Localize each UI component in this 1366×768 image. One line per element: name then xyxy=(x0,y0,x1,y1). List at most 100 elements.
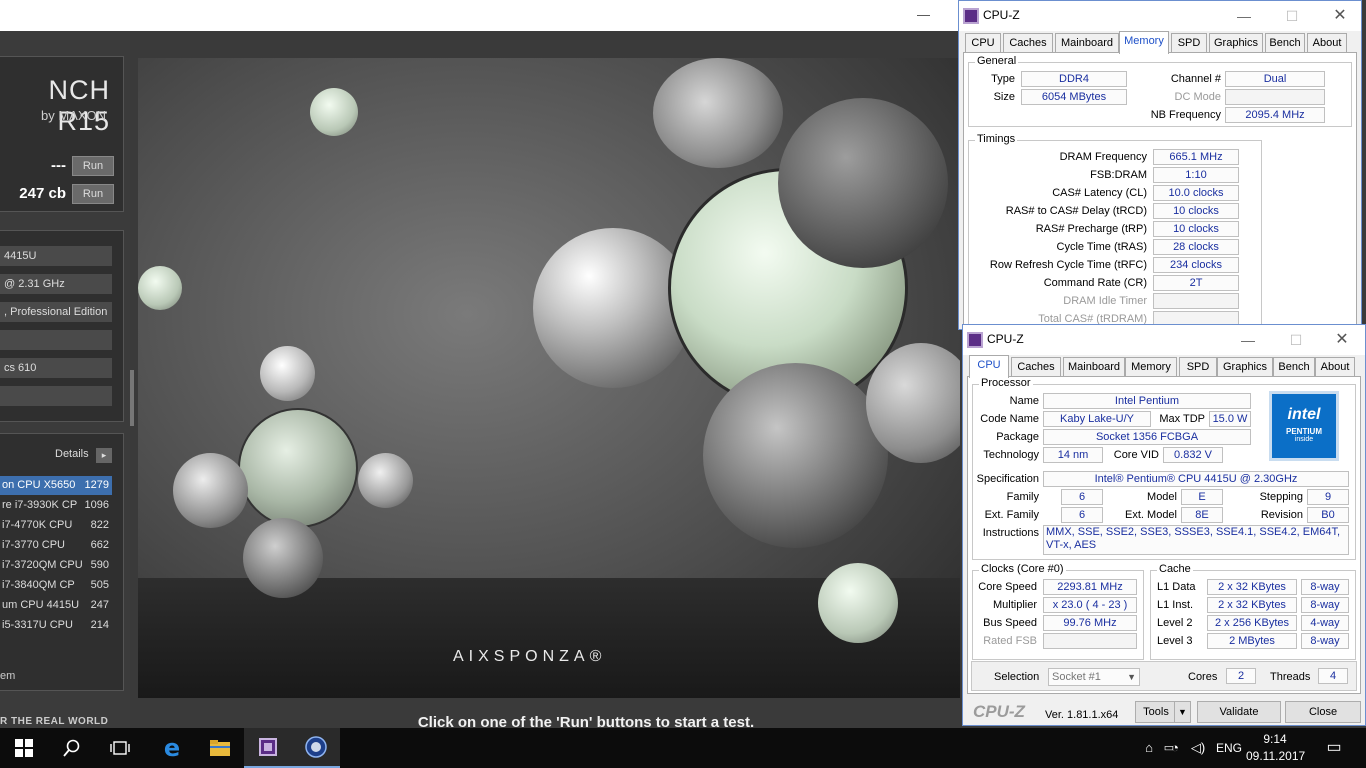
notification-icon[interactable]: ▭ xyxy=(1322,728,1346,768)
tab-cpu[interactable]: CPU xyxy=(969,355,1009,378)
core-vid-value: 0.832 V xyxy=(1163,447,1223,463)
cache-size: 2 MBytes xyxy=(1207,633,1297,649)
dc-mode-label: DC Mode xyxy=(1174,91,1221,103)
tools-dropdown-icon[interactable]: ▼ xyxy=(1174,702,1190,722)
clocks-title: Clocks (Core #0) xyxy=(979,563,1066,575)
cpu-run-button[interactable]: Run xyxy=(72,184,114,204)
tab-cpu[interactable]: CPU xyxy=(965,33,1001,53)
size-value: 6054 MBytes xyxy=(1021,89,1127,105)
nb-frequency-label: NB Frequency xyxy=(1150,109,1221,121)
cache-way: 4-way xyxy=(1301,615,1349,631)
tab-bench[interactable]: Bench xyxy=(1273,357,1315,377)
ranking-value: 590 xyxy=(90,559,109,571)
clock-date[interactable]: 09.11.2017 xyxy=(1246,749,1305,763)
close-icon[interactable]: ✕ xyxy=(1327,329,1357,351)
opengl-run-button[interactable]: Run xyxy=(72,156,114,176)
timing-label: DRAM Idle Timer xyxy=(1063,295,1147,307)
ranking-value: 505 xyxy=(90,579,109,591)
cache-label: L1 Data xyxy=(1157,581,1196,593)
tab-bench[interactable]: Bench xyxy=(1265,33,1305,53)
validate-button[interactable]: Validate xyxy=(1197,701,1281,723)
language-indicator[interactable]: ENG xyxy=(1212,728,1246,768)
clock-time[interactable]: 9:14 xyxy=(1250,732,1300,746)
tab-spd[interactable]: SPD xyxy=(1171,33,1207,53)
splitter-handle[interactable] xyxy=(130,370,134,426)
tab-about[interactable]: About xyxy=(1315,357,1355,377)
tab-memory[interactable]: Memory xyxy=(1125,357,1177,377)
close-button[interactable]: Close xyxy=(1285,701,1361,723)
minimize-icon[interactable]: — xyxy=(1229,5,1259,27)
tools-button[interactable]: Tools ▼ xyxy=(1135,701,1191,723)
ranking-panel: Details ▸ on CPU X5650 1279 re i7-3930K C… xyxy=(0,433,124,691)
timing-value: 10 clocks xyxy=(1153,203,1239,219)
technology-value: 14 nm xyxy=(1043,447,1103,463)
tab-caches[interactable]: Caches xyxy=(1011,357,1061,377)
dark-sphere xyxy=(778,98,948,268)
max-tdp-label: Max TDP xyxy=(1159,413,1205,425)
windows-logo-icon xyxy=(15,739,33,757)
size-label: Size xyxy=(993,91,1015,103)
tools-label: Tools xyxy=(1143,706,1169,718)
tab-graphics[interactable]: Graphics xyxy=(1209,33,1263,53)
timing-label: Row Refresh Cycle Time (tRFC) xyxy=(989,259,1147,271)
minimize-icon[interactable]: — xyxy=(917,7,930,22)
version-text: Ver. 1.81.1.x64 xyxy=(1045,709,1119,721)
task-view-button[interactable] xyxy=(96,728,144,768)
core-vid-label: Core VID xyxy=(1113,449,1159,461)
volume-icon[interactable]: ◁) xyxy=(1188,728,1208,768)
selection-dropdown[interactable]: Socket #1 ▼ xyxy=(1048,668,1140,686)
ranking-row[interactable]: i7-4770K CPU 822 xyxy=(0,516,112,535)
ext-family-value: 6 xyxy=(1061,507,1103,523)
cpuz-cpu-window: CPU-Z — ☐ ✕ CPU Caches Mainboard Memory … xyxy=(962,324,1366,726)
ranking-row[interactable]: i7-3840QM CP 505 xyxy=(0,576,112,595)
rated-fsb-label: Rated FSB xyxy=(983,635,1037,647)
taskbar-cpuz[interactable] xyxy=(244,728,292,768)
wifi-icon[interactable]: ◔ xyxy=(1164,728,1186,768)
details-arrow-icon[interactable]: ▸ xyxy=(96,448,112,463)
timing-label: Cycle Time (tRAS) xyxy=(1056,241,1147,253)
lace-sphere xyxy=(653,58,783,168)
stepping-label: Stepping xyxy=(1259,491,1303,503)
bus-speed-label: Bus Speed xyxy=(983,617,1037,629)
tab-graphics[interactable]: Graphics xyxy=(1217,357,1273,377)
ranking-row[interactable]: um CPU 4415U 247 xyxy=(0,596,112,615)
cpuz-cpu-titlebar: CPU-Z — ☐ ✕ xyxy=(963,325,1365,355)
nb-frequency-value: 2095.4 MHz xyxy=(1225,107,1325,123)
people-icon[interactable]: ⌂ xyxy=(1140,728,1158,768)
maxon-logo: by MAXON xyxy=(40,108,106,123)
cache-way: 8-way xyxy=(1301,579,1349,595)
taskbar-file-explorer[interactable] xyxy=(196,728,244,768)
cache-label: Level 2 xyxy=(1157,617,1193,629)
ranking-row[interactable]: i7-3720QM CPU 590 xyxy=(0,556,112,575)
search-button[interactable] xyxy=(48,728,96,768)
taskbar-edge[interactable]: e xyxy=(148,728,196,768)
start-button[interactable] xyxy=(0,728,48,768)
ranking-value: 1279 xyxy=(84,479,109,491)
maximize-icon[interactable]: ☐ xyxy=(1277,5,1307,27)
ranking-row[interactable]: on CPU X5650 1279 xyxy=(0,476,112,495)
tab-caches[interactable]: Caches xyxy=(1003,33,1053,53)
minimize-icon[interactable]: — xyxy=(1233,329,1263,351)
tab-spd[interactable]: SPD xyxy=(1179,357,1217,377)
ranking-row[interactable]: i7-3770 CPU 662 xyxy=(0,536,112,555)
tab-memory[interactable]: Memory xyxy=(1119,31,1169,54)
timings-group: Timings DRAM Frequency 665.1 MHz FSB:DRA… xyxy=(968,133,1262,330)
cinebench-titlebar: — xyxy=(0,0,960,31)
tab-mainboard[interactable]: Mainboard xyxy=(1055,33,1119,53)
general-group: General Type DDR4 Size 6054 MBytes Chann… xyxy=(968,55,1352,127)
maximize-icon[interactable]: ☐ xyxy=(1281,329,1311,351)
mint-sphere-floor xyxy=(818,563,898,643)
ranking-row[interactable]: i5-3317U CPU 214 xyxy=(0,616,112,635)
ranking-row[interactable]: re i7-3930K CP 1096 xyxy=(0,496,112,515)
ext-model-label: Ext. Model xyxy=(1125,509,1177,521)
core-speed-label: Core Speed xyxy=(978,581,1037,593)
info-cb-version xyxy=(0,330,112,350)
cache-way: 8-way xyxy=(1301,633,1349,649)
ranking-name: i5-3317U CPU xyxy=(2,619,73,631)
system-info-panel: 4415U @ 2.31 GHz , Professional Edition … xyxy=(0,230,124,422)
tab-mainboard[interactable]: Mainboard xyxy=(1063,357,1125,377)
dc-mode-value xyxy=(1225,89,1325,105)
close-icon[interactable]: ✕ xyxy=(1325,5,1355,27)
taskbar-cinebench[interactable] xyxy=(292,728,340,768)
tab-about[interactable]: About xyxy=(1307,33,1347,53)
